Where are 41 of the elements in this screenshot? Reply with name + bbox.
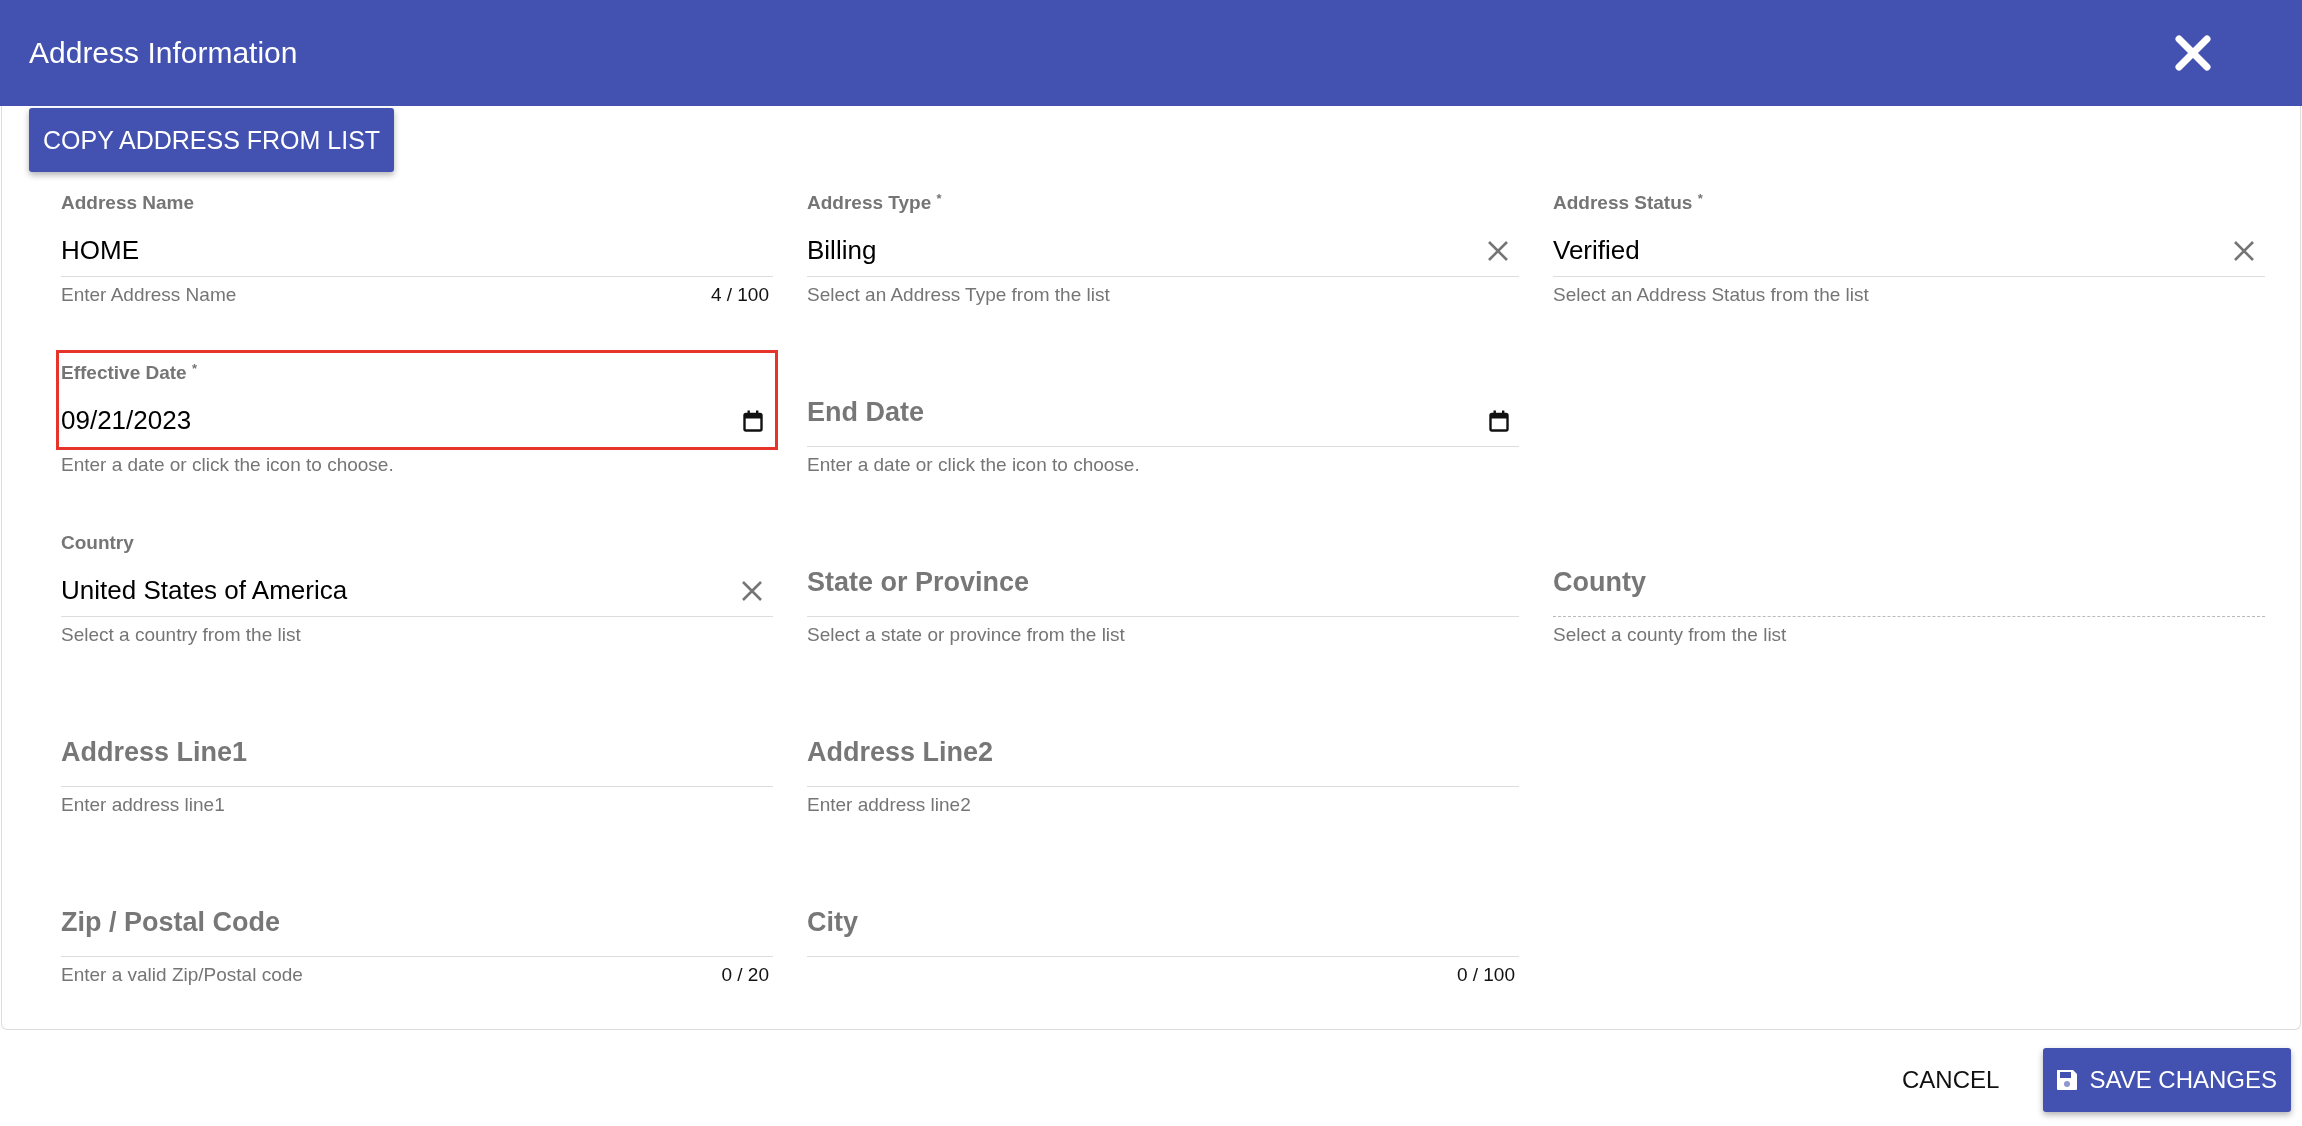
- text-field[interactable]: HOME: [61, 216, 773, 277]
- field-label: Country: [61, 531, 135, 555]
- save-changes-button[interactable]: SAVE CHANGES: [2043, 1048, 2291, 1112]
- select-field[interactable]: Verified: [1553, 216, 2265, 277]
- date-field[interactable]: 09/21/2023: [61, 386, 773, 447]
- field-label: Effective Date $^{*}$: [61, 360, 198, 385]
- character-counter: 0 / 20: [721, 963, 770, 987]
- dialog-title: Address Information: [29, 36, 298, 70]
- helper-text: Enter address line1: [61, 793, 225, 817]
- text-field[interactable]: City: [807, 896, 1519, 957]
- calendar-icon[interactable]: [743, 410, 763, 432]
- text-field[interactable]: Address Line2: [807, 726, 1519, 787]
- clear-icon[interactable]: [741, 580, 763, 602]
- field-label: Address Status $^{*}$: [1553, 190, 1704, 215]
- select-field[interactable]: United States of America: [61, 556, 773, 617]
- calendar-icon[interactable]: [1489, 410, 1509, 432]
- select-field[interactable]: Billing: [807, 216, 1519, 277]
- field-label: Address Name: [61, 191, 196, 215]
- helper-text: Select an Address Status from the list: [1553, 283, 1869, 307]
- helper-text: Enter a date or click the icon to choose.: [807, 453, 1140, 477]
- helper-text: Enter Address Name: [61, 283, 237, 307]
- helper-text: Select a state or province from the list: [807, 623, 1125, 647]
- character-counter: 0 / 100: [1456, 963, 1516, 987]
- cancel-button[interactable]: CANCEL: [1888, 1048, 2014, 1112]
- close-button[interactable]: [2174, 34, 2212, 72]
- clear-icon[interactable]: [1487, 240, 1509, 262]
- helper-text: Enter address line2: [807, 793, 971, 817]
- text-field[interactable]: Zip / Postal Code: [61, 896, 773, 957]
- helper-text: Select a country from the list: [61, 623, 301, 647]
- text-field[interactable]: Address Line1: [61, 726, 773, 787]
- save-icon: [2055, 1068, 2080, 1092]
- date-field[interactable]: End Date: [807, 386, 1519, 447]
- copy-address-button[interactable]: COPY ADDRESS FROM LIST: [29, 108, 395, 172]
- helper-text: Select an Address Type from the list: [807, 283, 1110, 307]
- clear-icon[interactable]: [2233, 240, 2255, 262]
- helper-text: Enter a date or click the icon to choose.: [61, 453, 394, 477]
- field-label: Address Type $^{*}$: [807, 190, 943, 215]
- character-counter: 4 / 100: [710, 283, 770, 307]
- helper-text: Select a county from the list: [1553, 623, 1787, 647]
- select-field[interactable]: State or Province: [807, 556, 1519, 617]
- helper-text: Enter a valid Zip/Postal code: [61, 963, 303, 987]
